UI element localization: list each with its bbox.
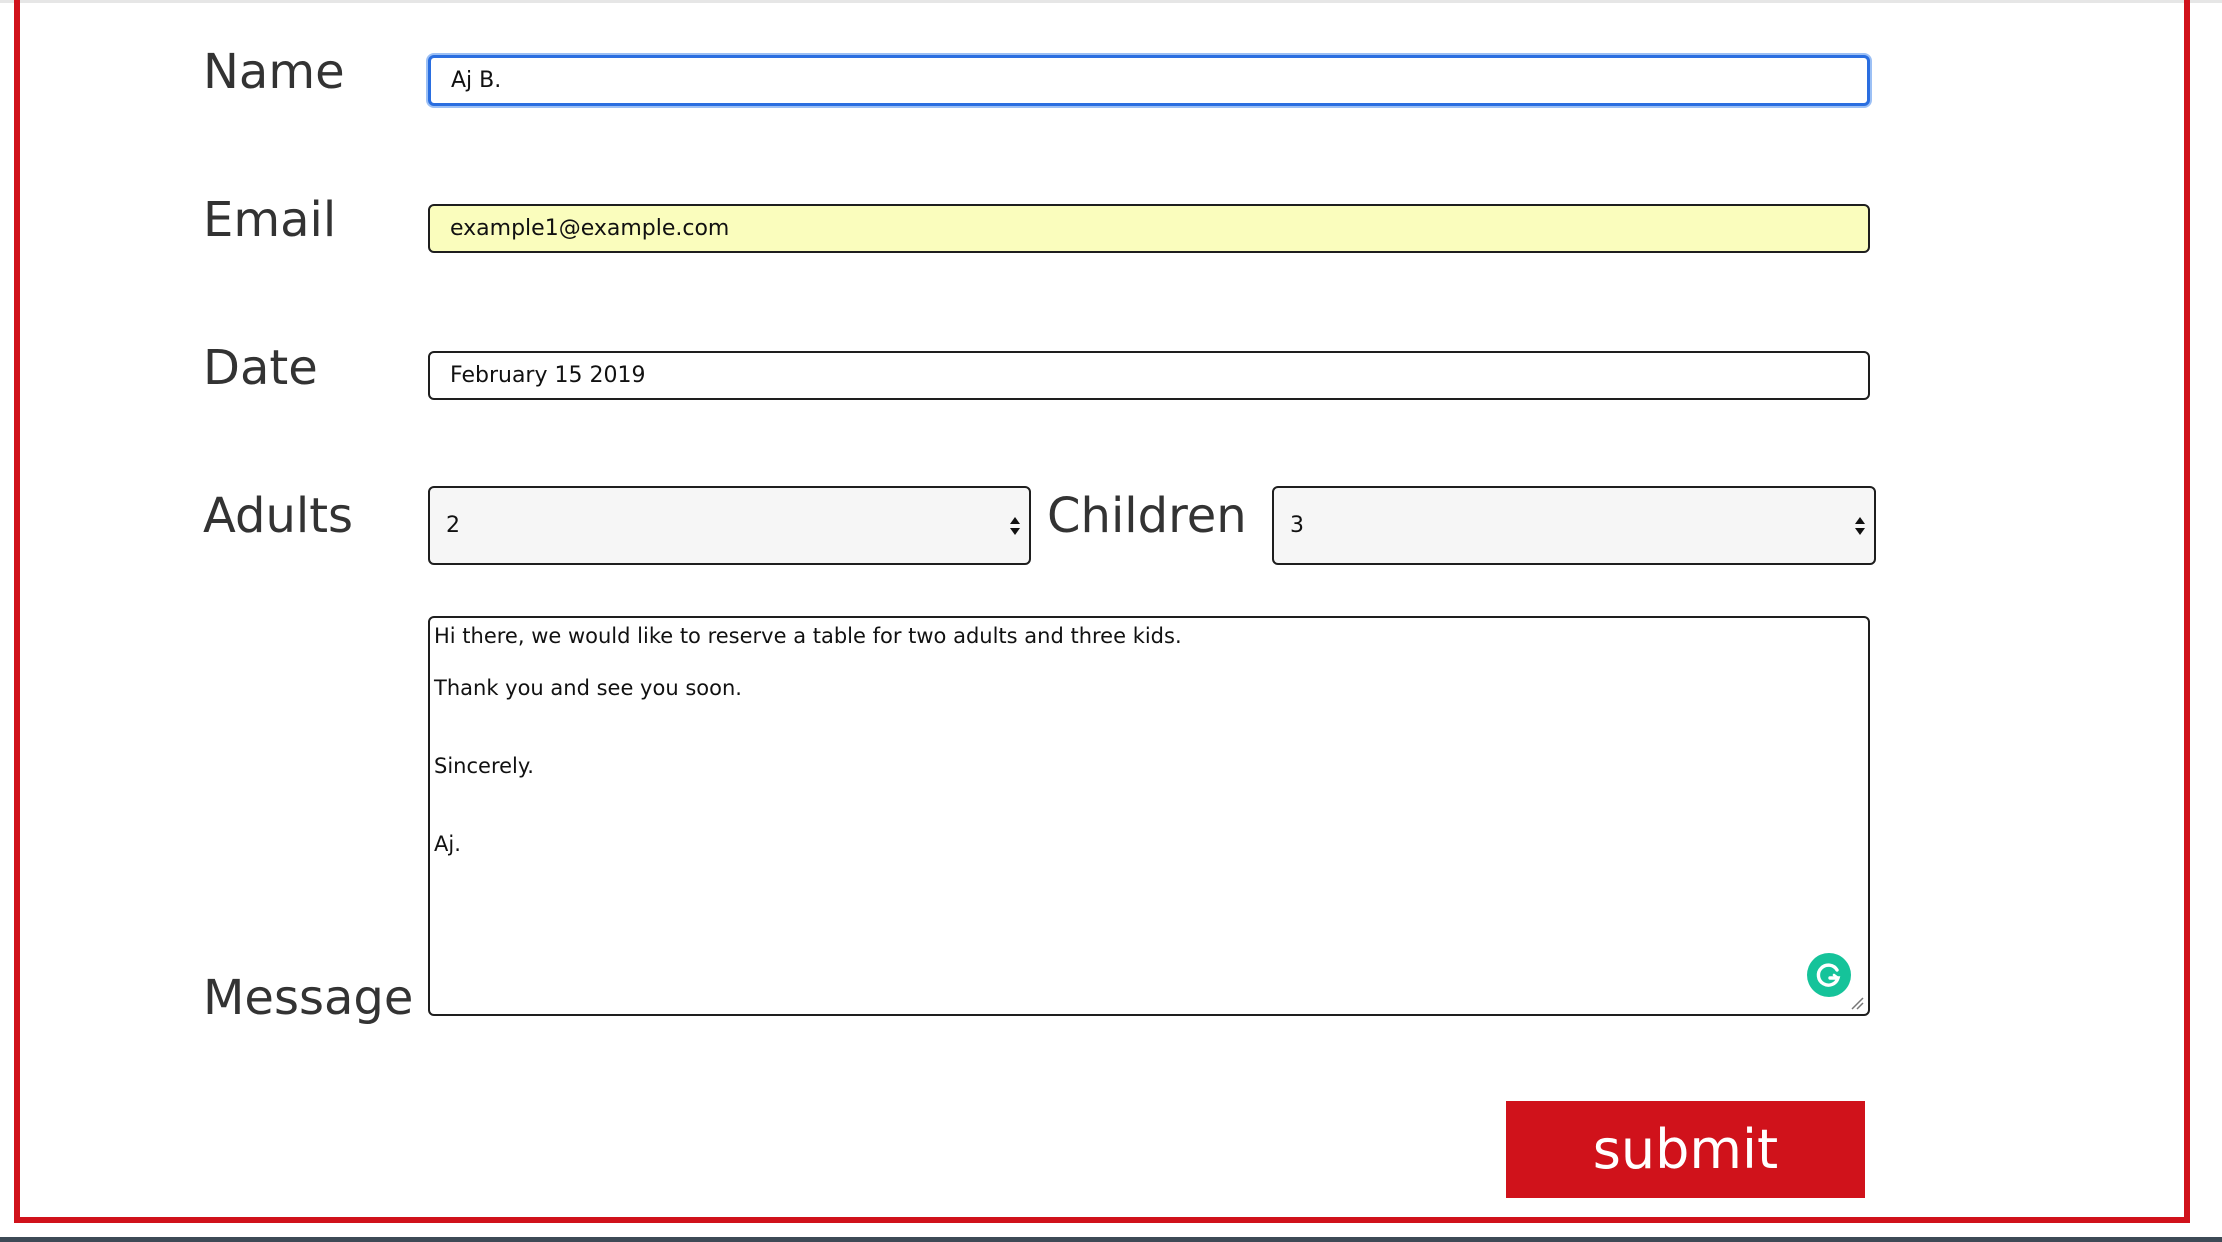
name-input[interactable]: Aj B. xyxy=(428,55,1870,106)
adults-label: Adults xyxy=(203,488,354,544)
name-label: Name xyxy=(203,44,345,100)
updown-arrows-icon xyxy=(1010,516,1020,535)
form-frame xyxy=(14,0,2190,1223)
date-label: Date xyxy=(203,340,318,396)
name-input-value: Aj B. xyxy=(451,68,502,93)
message-line: Hi there, we would like to reserve a tab… xyxy=(434,624,1182,648)
bottom-strip xyxy=(0,1237,2222,1242)
children-label: Children xyxy=(1047,488,1247,544)
message-line: Aj. xyxy=(434,832,461,856)
message-label: Message xyxy=(203,970,414,1026)
date-input[interactable]: February 15 2019 xyxy=(428,351,1870,400)
email-label: Email xyxy=(203,192,337,248)
submit-button[interactable]: submit xyxy=(1506,1101,1865,1198)
resize-grip-icon[interactable] xyxy=(1848,994,1864,1010)
email-input-value: example1@example.com xyxy=(450,216,730,241)
message-line: Sincerely. xyxy=(434,754,534,778)
updown-arrows-icon xyxy=(1855,516,1865,535)
grammarly-icon[interactable] xyxy=(1807,953,1851,997)
email-input[interactable]: example1@example.com xyxy=(428,204,1870,253)
grammarly-g-glyph xyxy=(1816,963,1841,987)
children-select-value: 3 xyxy=(1290,513,1304,538)
adults-select-value: 2 xyxy=(446,513,460,538)
message-textarea[interactable]: Hi there, we would like to reserve a tab… xyxy=(428,616,1870,1016)
date-input-value: February 15 2019 xyxy=(450,363,646,388)
children-select[interactable]: 3 xyxy=(1272,486,1876,565)
reservation-page: Name Aj B. Email example1@example.com Da… xyxy=(0,0,2222,1242)
adults-select[interactable]: 2 xyxy=(428,486,1031,565)
message-line: Thank you and see you soon. xyxy=(434,676,742,700)
